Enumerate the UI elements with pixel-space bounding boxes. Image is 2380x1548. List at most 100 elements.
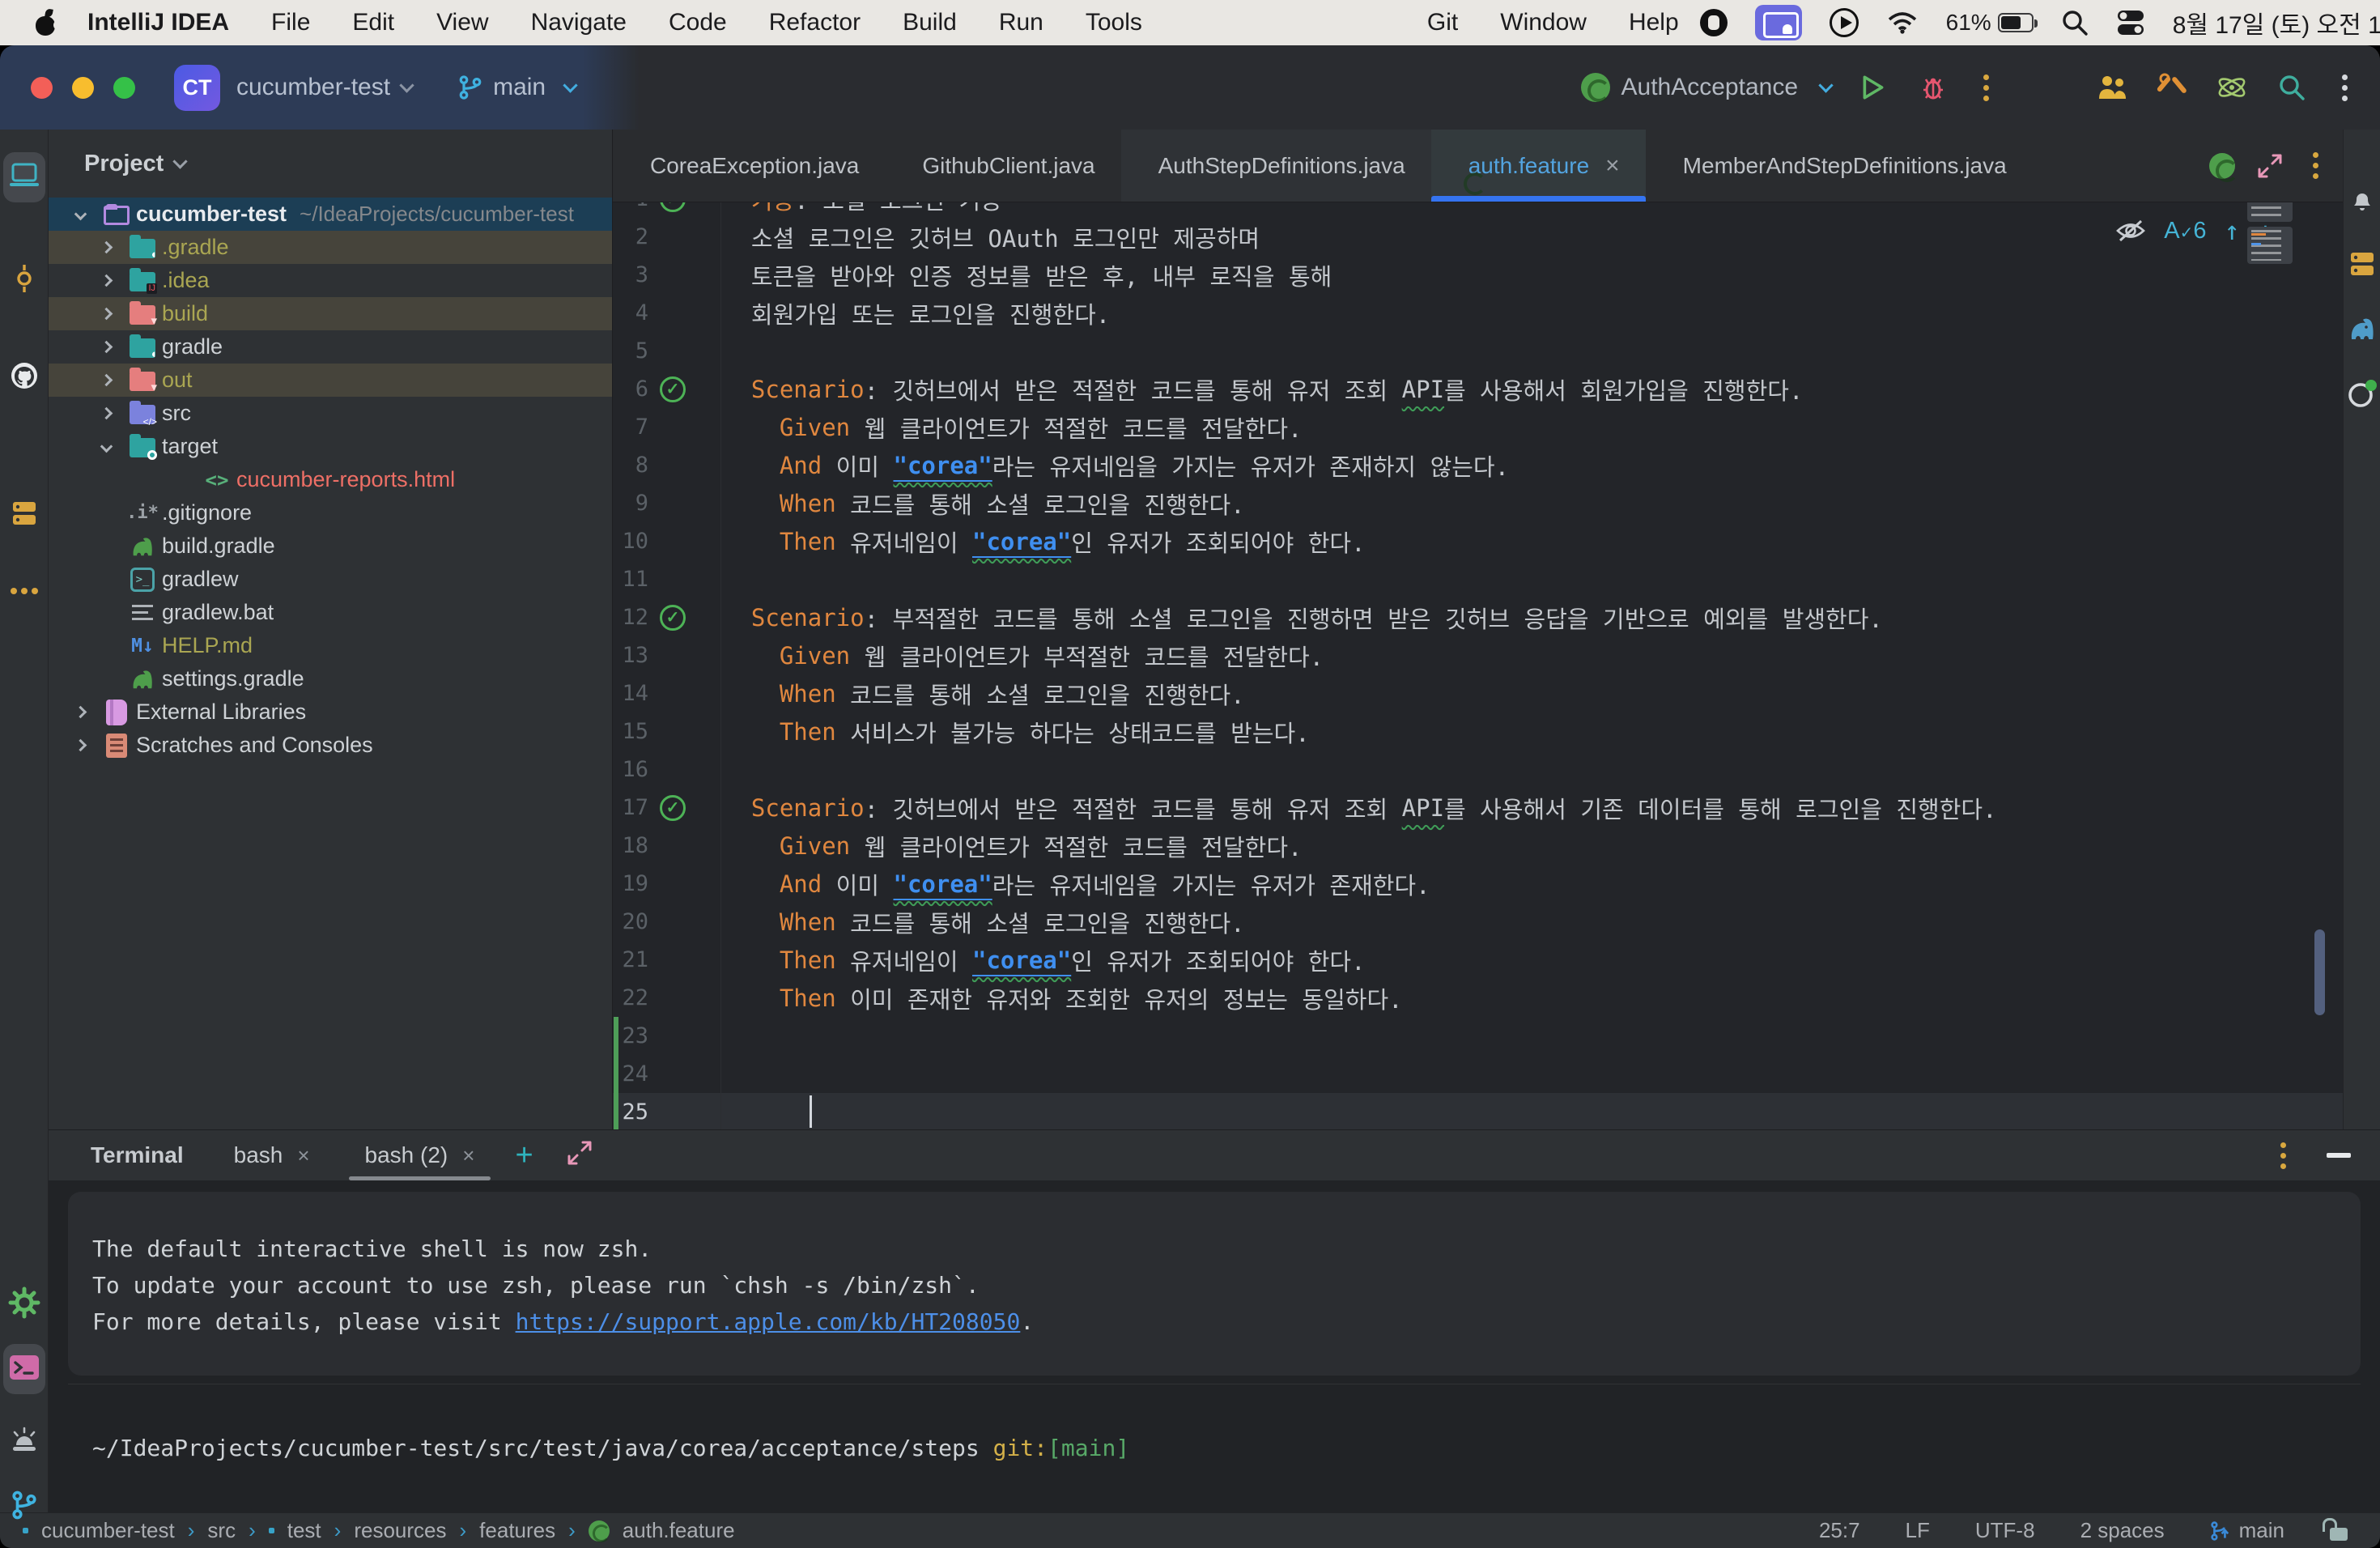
menu-item-intellij-idea[interactable]: IntelliJ IDEA [66, 0, 250, 45]
tree-item-out[interactable]: ▾out [49, 364, 612, 397]
more-tools-tool-button[interactable] [3, 567, 45, 617]
project-tool-button[interactable] [3, 152, 45, 202]
menu-item-edit[interactable]: Edit [331, 0, 415, 45]
commit-tool-button[interactable] [3, 255, 45, 305]
menu-item-file[interactable]: File [250, 0, 331, 45]
close-terminal-tab-icon[interactable]: × [297, 1143, 309, 1168]
code-line-18[interactable]: 18Given 웹 클라이언트가 적절한 코드를 전달한다. [613, 827, 2343, 865]
code-line-15[interactable]: 15Then 서비스가 불가능 하다는 상태코드를 받는다. [613, 712, 2343, 751]
test-passed-icon[interactable]: ✓ [660, 605, 686, 631]
main-menu-more-icon[interactable] [2334, 74, 2356, 101]
code-line-14[interactable]: 14When 코드를 통해 소셜 로그인을 진행한다. [613, 674, 2343, 712]
menu-item-tools[interactable]: Tools [1065, 0, 1163, 45]
editor-tab-memberandstepdefinitions.java[interactable]: MemberAndStepDefinitions.java [1646, 130, 2033, 202]
test-passed-icon[interactable]: ✓ [660, 202, 686, 212]
menu-item-refactor[interactable]: Refactor [748, 0, 882, 45]
close-tab-icon[interactable]: × [1605, 152, 1620, 180]
minimap[interactable] [2247, 202, 2293, 269]
ai-assistant-tool-button[interactable] [2344, 372, 2380, 418]
breadcrumb-item-auth.feature[interactable]: auth.feature [623, 1518, 735, 1543]
services-tool-button[interactable] [3, 1279, 45, 1329]
menu-item-help[interactable]: Help [1608, 0, 1700, 45]
code-line-7[interactable]: 7Given 웹 클라이언트가 적절한 코드를 전달한다. [613, 408, 2343, 446]
run-file-cucumber-icon[interactable] [2209, 153, 2235, 179]
project-panel-title[interactable]: Project [84, 151, 164, 177]
code-line-6[interactable]: 6✓Scenario: 깃허브에서 받은 적절한 코드를 통해 유저 조회 AP… [613, 370, 2343, 408]
chevron-right-icon[interactable] [94, 243, 125, 252]
run-button[interactable] [1855, 70, 1891, 105]
tree-item-target[interactable]: target [49, 430, 612, 463]
wifi-icon[interactable] [1886, 10, 1919, 36]
close-window-button[interactable] [31, 77, 53, 99]
run-config-selector[interactable]: AuthAcceptance [1581, 73, 1831, 102]
new-terminal-tab-button[interactable]: + [515, 1138, 533, 1173]
chevron-right-icon[interactable] [94, 309, 125, 318]
code-line-8[interactable]: 8And 이미 "corea"라는 유저네임을 가지는 유저가 존재하지 않는다… [613, 446, 2343, 484]
project-selector[interactable]: cucumber-test [236, 74, 390, 101]
editor-tab-coreaexception.java[interactable]: CoreaException.java [613, 130, 885, 202]
code-line-9[interactable]: 9When 코드를 통해 소셜 로그인을 진행한다. [613, 484, 2343, 522]
tree-item-.gitignore[interactable]: .i*.gitignore [49, 496, 612, 529]
breadcrumb-item-test[interactable]: test [287, 1518, 321, 1543]
version-control-tool-button[interactable] [3, 1482, 45, 1532]
menu-datetime[interactable]: 8월 17일 (토) 오전 12:55 [2173, 5, 2380, 40]
line-separator[interactable]: LF [1906, 1518, 1930, 1543]
terminal-options-icon[interactable] [2272, 1142, 2294, 1169]
chevron-right-icon[interactable] [94, 342, 125, 351]
tree-item-gradlew.bat[interactable]: gradlew.bat [49, 596, 612, 629]
terminal-title[interactable]: Terminal [91, 1142, 184, 1168]
code-line-5[interactable]: 5 [613, 332, 2343, 370]
terminal-output[interactable]: The default interactive shell is now zsh… [49, 1192, 2380, 1466]
play-status-icon[interactable] [1830, 8, 1859, 37]
editor-tab-authstepdefinitions.java[interactable]: AuthStepDefinitions.java [1121, 130, 1431, 202]
terminal-expand-icon[interactable] [566, 1139, 593, 1172]
code-line-13[interactable]: 13Given 웹 클라이언트가 부적절한 코드를 전달한다. [613, 636, 2343, 674]
menu-item-navigate[interactable]: Navigate [510, 0, 648, 45]
breadcrumb-item-features[interactable]: features [479, 1518, 555, 1543]
code-editor[interactable]: 1✓기능: 소셜 로그인 기능2소셜 로그인은 깃허브 OAuth 로그인만 제… [613, 202, 2343, 1129]
vcs-widget[interactable]: main [457, 74, 576, 101]
apple-logo-icon[interactable] [34, 9, 58, 36]
tree-item-cucumber-test[interactable]: cucumber-test~/IdeaProjects/cucumber-tes… [49, 198, 612, 231]
tree-item-help.md[interactable]: M↓HELP.md [49, 629, 612, 662]
chevron-right-icon[interactable] [94, 276, 125, 285]
code-line-4[interactable]: 4회원가입 또는 로그인을 진행한다. [613, 294, 2343, 332]
test-passed-icon[interactable]: ✓ [660, 376, 686, 402]
code-line-11[interactable]: 11 [613, 560, 2343, 598]
breadcrumb-item-cucumber-test[interactable]: cucumber-test [41, 1518, 175, 1543]
code-line-10[interactable]: 10Then 유저네임이 "corea"인 유저가 조회되어야 한다. [613, 522, 2343, 560]
chevron-down-icon[interactable] [94, 442, 125, 451]
code-line-3[interactable]: 3토큰을 받아와 인증 정보를 받은 후, 내부 로직을 통해 [613, 256, 2343, 294]
code-line-2[interactable]: 2소셜 로그인은 깃허브 OAuth 로그인만 제공하며 [613, 218, 2343, 256]
spotlight-search-icon[interactable] [2061, 9, 2089, 36]
chevron-right-icon[interactable] [94, 409, 125, 418]
chevron-right-icon[interactable] [94, 376, 125, 385]
tree-item-gradle[interactable]: ◖gradle [49, 330, 612, 364]
breadcrumb-item-src[interactable]: src [207, 1518, 236, 1543]
code-line-22[interactable]: 22Then 이미 존재한 유저와 조회한 유저의 정보는 동일하다. [613, 979, 2343, 1017]
atom-plugin-icon[interactable] [2214, 70, 2250, 105]
tree-item-build[interactable]: ▾build [49, 297, 612, 330]
test-passed-icon[interactable]: ✓ [660, 795, 686, 821]
git-branch-widget[interactable]: main [2210, 1518, 2284, 1543]
chevron-right-icon[interactable] [68, 708, 99, 717]
tree-item-.gradle[interactable]: ◖.gradle [49, 231, 612, 264]
gradle-tool-button[interactable] [2344, 308, 2380, 353]
zoom-window-button[interactable] [113, 77, 135, 99]
breadcrumb-item-resources[interactable]: resources [354, 1518, 446, 1543]
code-line-24[interactable]: 24 [613, 1055, 2343, 1093]
menu-item-git[interactable]: Git [1406, 0, 1479, 45]
unlock-icon[interactable] [2330, 1528, 2348, 1541]
code-line-12[interactable]: 12✓Scenario: 부적절한 코드를 통해 소셜 로그인을 진행하면 받은… [613, 598, 2343, 636]
screen-record-icon[interactable] [1700, 9, 1728, 36]
menu-item-run[interactable]: Run [978, 0, 1065, 45]
expand-split-icon[interactable] [2256, 152, 2284, 180]
editor-tab-githubclient.java[interactable]: GithubClient.java [885, 130, 1120, 202]
code-line-23[interactable]: 23 [613, 1017, 2343, 1055]
terminal-minimize-icon[interactable] [2327, 1153, 2351, 1158]
close-terminal-tab-icon[interactable]: × [462, 1143, 474, 1168]
tree-item-external-libraries[interactable]: External Libraries [49, 695, 612, 729]
database-tool-button[interactable] [3, 490, 45, 540]
problems-tool-button[interactable] [3, 1417, 45, 1467]
caret-position[interactable]: 25:7 [1819, 1518, 1860, 1543]
